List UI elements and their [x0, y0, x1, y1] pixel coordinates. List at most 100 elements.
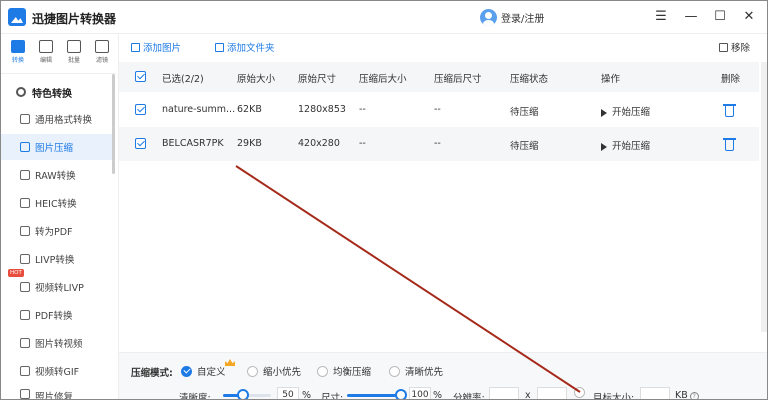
target-value[interactable] — [640, 387, 670, 400]
size-value[interactable]: 100 — [409, 387, 431, 400]
vip-crown-icon — [225, 359, 235, 366]
mode-custom[interactable]: 自定义 — [181, 364, 226, 378]
compress-settings: 压缩模式: 自定义 缩小优先 均衡压缩 清晰优先 清晰度: 50 % 尺寸: 1… — [119, 352, 768, 400]
avatar-icon — [480, 8, 497, 26]
start-compress-label: 开始压缩 — [612, 141, 651, 152]
title-bar: 迅捷图片转换器 登录/注册 ☰ — ☐ ✕ — [0, 0, 768, 34]
delete-icon[interactable] — [723, 138, 736, 151]
sidebar-item-photo-repair[interactable]: 照片修复 — [0, 386, 112, 400]
clarity-value[interactable]: 50 — [277, 387, 299, 400]
play-icon — [601, 142, 607, 151]
resolution-height[interactable] — [537, 387, 567, 400]
resolution-label: 分辨率: — [453, 393, 485, 400]
tab-batch[interactable]: 批量 — [61, 40, 87, 72]
mode-smaller-label: 缩小优先 — [263, 367, 302, 378]
mode-clear[interactable]: 清晰优先 — [389, 364, 443, 378]
pdf-convert-icon — [20, 310, 30, 320]
left-panel: 转换 编辑 批量 滤镜 特色转换 通用格式转换 图片压缩 RAW转换 HEIC转… — [0, 34, 116, 400]
radio-clear — [389, 365, 400, 377]
add-image-button[interactable]: 添加图片 — [131, 40, 181, 54]
menu-icon[interactable]: ☰ — [653, 9, 669, 25]
sidebar-item-general[interactable]: 通用格式转换 — [0, 106, 112, 132]
rail-tabs: 转换 编辑 批量 滤镜 — [0, 34, 116, 74]
tab-filter[interactable]: 滤镜 — [89, 40, 115, 72]
size-fill — [347, 394, 401, 397]
sidebar-item-compress[interactable]: 图片压缩 — [0, 134, 112, 160]
status: 待压缩 — [510, 141, 539, 152]
col-orig-dims: 原始尺寸 — [298, 74, 337, 85]
filter-icon — [95, 40, 109, 53]
clarity-label: 清晰度: — [179, 393, 211, 400]
resolution-separator: x — [525, 390, 531, 400]
sidebar-item-label: RAW转换 — [35, 171, 76, 182]
mode-label: 压缩模式: — [131, 368, 173, 379]
close-button[interactable]: ✕ — [741, 9, 757, 25]
mode-balanced[interactable]: 均衡压缩 — [317, 364, 371, 378]
general-icon — [20, 114, 30, 124]
tab-edit[interactable]: 编辑 — [33, 40, 59, 72]
tab-convert[interactable]: 转换 — [5, 40, 31, 72]
table-row[interactable]: nature-summ... 62KB 1280x853 -- -- 待压缩 开… — [119, 93, 759, 127]
table-header: 已选(2/2) 原始大小 原始尺寸 压缩后大小 压缩后尺寸 压缩状态 操作 删除 — [119, 62, 759, 92]
select-all-checkbox[interactable] — [135, 71, 146, 82]
sidebar-item-label: 视频转GIF — [35, 367, 80, 378]
target-size-toggle[interactable] — [574, 387, 585, 398]
sidebar-item-heic[interactable]: HEIC转换 — [0, 190, 112, 216]
sidebar-item-to-pdf[interactable]: 转为PDF — [0, 218, 112, 244]
minimize-button[interactable]: — — [683, 9, 699, 25]
sidebar-item-label: LIVP转换 — [35, 255, 75, 266]
app-logo-icon — [8, 8, 26, 26]
add-folder-button[interactable]: 添加文件夹 — [215, 40, 275, 54]
sidebar-item-raw[interactable]: RAW转换 — [0, 162, 112, 188]
toolbar: 添加图片 添加文件夹 移除 — [119, 34, 768, 62]
mode-smaller[interactable]: 缩小优先 — [247, 364, 301, 378]
add-image-label: 添加图片 — [143, 43, 182, 54]
sidebar-item-video-gif[interactable]: 视频转GIF — [0, 358, 112, 384]
livp-icon — [20, 254, 30, 264]
file-name: nature-summ... — [162, 104, 236, 115]
sidebar-item-label: 图片转视频 — [35, 339, 83, 350]
row-checkbox[interactable] — [135, 138, 146, 149]
sidebar-item-label: 照片修复 — [35, 392, 74, 400]
clarity-unit: % — [302, 390, 312, 400]
size-knob[interactable] — [395, 389, 407, 400]
col-delete: 删除 — [721, 74, 741, 85]
main-panel: 添加图片 添加文件夹 移除 已选(2/2) 原始大小 原始尺寸 压缩后大小 压缩… — [118, 34, 768, 400]
folder-icon — [215, 42, 224, 52]
add-folder-label: 添加文件夹 — [227, 43, 275, 54]
sidebar-item-image-video[interactable]: 图片转视频 — [0, 330, 112, 356]
tab-filter-label: 滤镜 — [95, 57, 108, 64]
start-compress-label: 开始压缩 — [612, 107, 651, 118]
sidebar-item-pdf-convert[interactable]: PDF转换 — [0, 302, 112, 328]
add-image-icon — [131, 42, 140, 52]
sidebar-item-video-livp[interactable]: HOT 视频转LIVP — [0, 269, 112, 300]
help-icon[interactable]: ? — [689, 392, 699, 400]
maximize-button[interactable]: ☐ — [712, 9, 728, 25]
remove-button[interactable]: 移除 — [719, 40, 750, 54]
table-row[interactable]: BELCASR7PK 29KB 420x280 -- -- 待压缩 开始压缩 — [119, 127, 759, 161]
resolution-width[interactable] — [489, 387, 519, 400]
sidebar-scrollbar[interactable] — [112, 74, 115, 174]
row-checkbox[interactable] — [135, 104, 146, 115]
sidebar-item-label: 转为PDF — [35, 227, 73, 238]
start-compress-button[interactable]: 开始压缩 — [601, 138, 650, 152]
start-compress-button[interactable]: 开始压缩 — [601, 104, 650, 118]
new-size: -- — [359, 138, 366, 149]
mode-custom-label: 自定义 — [197, 367, 226, 378]
repair-icon — [20, 389, 30, 399]
tab-edit-label: 编辑 — [39, 57, 52, 64]
radio-balanced — [317, 365, 328, 377]
target-unit: KB — [675, 390, 688, 400]
new-dims: -- — [434, 138, 441, 149]
delete-icon[interactable] — [723, 104, 736, 117]
table-scrollbar[interactable] — [761, 62, 767, 332]
sidebar-item-label: HEIC转换 — [35, 199, 77, 210]
hot-badge: HOT — [8, 269, 24, 277]
radio-smaller — [247, 365, 258, 377]
login-button[interactable]: 登录/注册 — [480, 8, 544, 26]
col-action: 操作 — [601, 74, 621, 85]
clarity-knob[interactable] — [237, 389, 249, 400]
orig-dims: 420x280 — [298, 138, 340, 149]
image-video-icon — [20, 338, 30, 348]
play-icon — [601, 108, 607, 117]
